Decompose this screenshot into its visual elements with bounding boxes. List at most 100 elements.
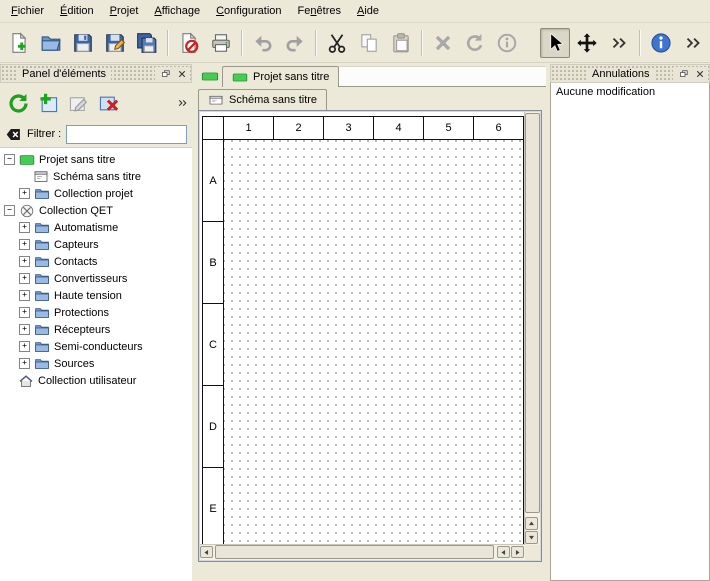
elements-dock-titlebar[interactable]: Panel d'éléments [0, 64, 192, 83]
tree-expander-icon[interactable]: + [19, 341, 30, 352]
tree-item[interactable]: +Haute tension [0, 287, 192, 304]
scissors-icon [326, 32, 348, 54]
copy-icon [358, 32, 380, 54]
tree-expander-icon[interactable]: + [19, 239, 30, 250]
scroll-left-icon[interactable] [200, 546, 213, 558]
horizontal-scrollbar[interactable] [200, 544, 525, 560]
close-icon[interactable] [174, 67, 189, 81]
undo-list[interactable]: Aucune modification [550, 83, 710, 581]
save-button[interactable] [68, 28, 98, 58]
select-mode-button[interactable] [540, 28, 570, 58]
paste-button[interactable] [386, 28, 416, 58]
info-gray-icon [496, 32, 518, 54]
copy-button[interactable] [354, 28, 384, 58]
cut-button[interactable] [322, 28, 352, 58]
tree-item[interactable]: +Protections [0, 304, 192, 321]
edit-element-button[interactable] [64, 89, 92, 117]
menu-item-0[interactable]: Fichier [3, 2, 52, 20]
help-overflow-button[interactable] [678, 28, 708, 58]
tab-schema[interactable]: Schéma sans titre [198, 89, 327, 110]
workspace: Projet sans titre Schéma sans titre 1234… [196, 64, 546, 581]
new-document-button[interactable] [4, 28, 34, 58]
project-window-icon[interactable] [201, 70, 219, 83]
diagram-tabbar: Schéma sans titre [198, 87, 546, 110]
tree-expander-icon[interactable]: + [19, 358, 30, 369]
close-file-button[interactable] [174, 28, 204, 58]
save-as-button[interactable] [100, 28, 130, 58]
about-button[interactable] [646, 28, 676, 58]
undo-button[interactable] [248, 28, 278, 58]
tree-item-label: Récepteurs [54, 324, 110, 336]
move-mode-button[interactable] [572, 28, 602, 58]
tree-item[interactable]: +Collection projet [0, 185, 192, 202]
tree-item-label: Semi-conducteurs [54, 341, 143, 353]
rotate-button[interactable] [460, 28, 490, 58]
menu-item-1[interactable]: Édition [52, 2, 102, 20]
reload-collections-button[interactable] [4, 89, 32, 117]
menu-item-2[interactable]: Projet [102, 2, 147, 20]
vertical-scrollbar[interactable] [524, 112, 540, 545]
tree-item[interactable]: +Convertisseurs [0, 270, 192, 287]
print-button[interactable] [206, 28, 236, 58]
row-header: D [203, 386, 223, 468]
tree-item-label: Sources [54, 358, 94, 370]
redo-button[interactable] [280, 28, 310, 58]
folder-icon [34, 186, 50, 202]
toolbar-overflow-button[interactable] [604, 28, 634, 58]
tree-item[interactable]: +Capteurs [0, 236, 192, 253]
scrollbar-corner [525, 545, 540, 560]
chevron-icon [682, 32, 704, 54]
undo-dock-titlebar[interactable]: Annulations [550, 64, 710, 83]
scroll-up-icon[interactable] [525, 517, 538, 530]
tree-item[interactable]: Collection utilisateur [0, 372, 192, 389]
tree-expander-icon[interactable]: + [19, 307, 30, 318]
tree-item[interactable]: + Sources [0, 355, 192, 372]
delete-element-button[interactable] [94, 89, 122, 117]
float-icon[interactable] [158, 67, 173, 81]
new-element-button[interactable] [34, 89, 62, 117]
delete-button[interactable] [428, 28, 458, 58]
tree-expander-icon[interactable]: + [19, 273, 30, 284]
menu-item-4[interactable]: Configuration [208, 2, 289, 20]
menu-item-5[interactable]: Fenêtres [290, 2, 349, 20]
scroll-left-icon-2[interactable] [497, 546, 510, 558]
tree-item[interactable]: + Récepteurs [0, 321, 192, 338]
filter-input[interactable] [66, 125, 187, 144]
clear-filter-button[interactable] [5, 126, 22, 143]
scroll-down-icon[interactable] [525, 531, 538, 544]
undo-icon [252, 32, 274, 54]
save-all-button[interactable] [132, 28, 162, 58]
vscroll-thumb[interactable] [525, 113, 540, 513]
folder-open-icon [40, 32, 62, 54]
tree-item[interactable]: −Collection QET [0, 202, 192, 219]
close-icon[interactable] [692, 67, 707, 81]
elements-toolbar-overflow[interactable] [176, 96, 189, 110]
tree-item[interactable]: + Semi-conducteurs [0, 338, 192, 355]
float-icon[interactable] [676, 67, 691, 81]
tree-expander-icon[interactable]: + [19, 290, 30, 301]
tree-item[interactable]: +Automatisme [0, 219, 192, 236]
diagram-view: 123456 ABCDE [198, 110, 542, 562]
delete-x-icon [432, 32, 454, 54]
tree-item[interactable]: +Contacts [0, 253, 192, 270]
grid-area[interactable] [224, 140, 523, 545]
filter-label: Filtrer : [27, 128, 61, 140]
tree-item[interactable]: Schéma sans titre [0, 168, 192, 185]
tree-item[interactable]: −Projet sans titre [0, 151, 192, 168]
tab-project[interactable]: Projet sans titre [222, 66, 339, 87]
tree-expander-icon[interactable]: − [4, 154, 15, 165]
element-info-button[interactable] [492, 28, 522, 58]
hscroll-thumb[interactable] [215, 545, 494, 559]
tree-expander-icon[interactable]: + [19, 324, 30, 335]
diagram-canvas[interactable]: 123456 ABCDE [200, 112, 525, 545]
menu-item-3[interactable]: Affichage [146, 2, 208, 20]
menu-item-6[interactable]: Aide [349, 2, 387, 20]
tree-expander-icon[interactable]: − [4, 205, 15, 216]
scroll-right-icon[interactable] [511, 546, 524, 558]
tree-expander-icon[interactable]: + [19, 256, 30, 267]
tree-expander-icon[interactable]: + [19, 188, 30, 199]
folder-icon [34, 220, 50, 236]
column-header: 4 [374, 117, 424, 139]
open-document-button[interactable] [36, 28, 66, 58]
tree-expander-icon[interactable]: + [19, 222, 30, 233]
